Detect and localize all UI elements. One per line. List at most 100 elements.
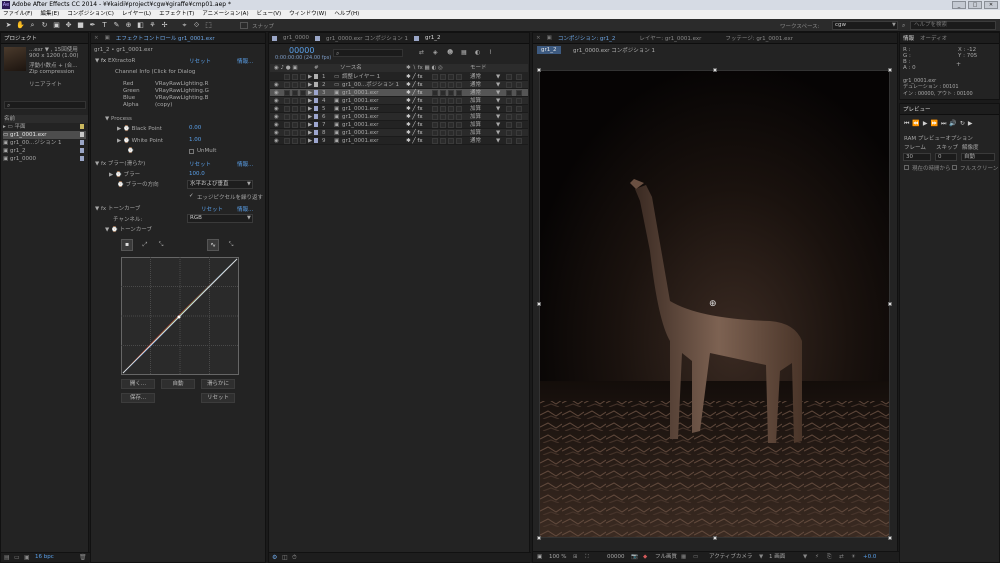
toggle-modes-icon[interactable]: ◫ (282, 554, 288, 561)
transform-handle-l[interactable] (537, 302, 541, 306)
project-item[interactable]: ▣ gr1_0000 (3, 155, 86, 163)
layer-switch-box[interactable] (448, 130, 454, 136)
layer-switch-box[interactable] (440, 122, 446, 128)
roi-icon[interactable]: ▭ (693, 552, 698, 562)
blur-direction-select[interactable]: 水平および垂直 (187, 180, 253, 189)
blend-mode-select[interactable]: 加算 (470, 121, 481, 129)
tab-footage[interactable]: フッテージ: gr1_0001.exr (725, 34, 793, 42)
new-comp-icon[interactable]: ▣ (24, 554, 30, 561)
layer-label-swatch[interactable] (314, 122, 318, 127)
play-icon[interactable]: ▶ (923, 120, 928, 128)
toggle-timing-icon[interactable]: ⏱ (292, 554, 297, 562)
layer-row[interactable]: ◉ ▶ 7 ▣ gr1_0001.exr ✱ ╱ fx 加算 ▼ (270, 121, 528, 129)
tab-info[interactable]: 情報 (903, 34, 914, 42)
layer-label-swatch[interactable] (314, 138, 318, 143)
view-axis-icon[interactable]: ⬚ (204, 21, 213, 30)
layer-switches-icon[interactable]: ✱ ╱ fx (406, 121, 423, 129)
layer-switch-box[interactable] (456, 82, 462, 88)
project-item[interactable]: ▣ gr1_00...ジション 1 (3, 139, 86, 147)
curves-graph[interactable] (121, 257, 239, 375)
layer-switch-box[interactable] (292, 130, 298, 136)
transform-handle-tr[interactable] (888, 68, 892, 72)
anchor-point-icon[interactable]: ⊕ (709, 299, 717, 309)
snap-checkbox[interactable] (240, 22, 248, 29)
layer-switches-icon[interactable]: ✱ ╱ fx (406, 89, 423, 97)
layer-label-swatch[interactable] (314, 90, 318, 95)
transparency-grid-icon[interactable]: ▦ (681, 552, 686, 562)
layer-switch-box[interactable] (456, 138, 462, 144)
trash-icon[interactable]: 🗑 (79, 554, 87, 561)
layer-switch-box[interactable] (292, 74, 298, 80)
unmult-checkbox[interactable] (189, 149, 194, 154)
twirl-arrow-icon[interactable]: ▶ (308, 137, 312, 145)
layer-switch-box[interactable] (440, 114, 446, 120)
transform-handle-tl[interactable] (537, 68, 541, 72)
ram-preview-icon[interactable]: ▶ (968, 120, 973, 128)
exposure-icon[interactable]: ☀ (851, 552, 856, 562)
audio-icon[interactable]: 🔊 (949, 120, 956, 128)
new-folder-icon[interactable]: ▭ (14, 554, 20, 561)
layer-switch-box[interactable] (292, 90, 298, 96)
project-item[interactable]: ▸ ▭ 平面 (3, 123, 86, 131)
type-tool-icon[interactable]: T (100, 21, 109, 30)
stopwatch-icon[interactable]: ⌚ (127, 148, 134, 154)
layer-switches-icon[interactable]: ✱ ╱ fx (406, 73, 423, 81)
column-source-name[interactable]: ソース名 (340, 64, 362, 72)
close-icon[interactable]: × (536, 35, 541, 41)
exposure-value[interactable]: +0.0 (863, 552, 876, 562)
layer-switch-box[interactable] (300, 74, 306, 80)
shape-tool-icon[interactable]: ■ (76, 21, 85, 30)
curves-size-medium-icon[interactable]: ⤢ (139, 239, 151, 251)
layer-row[interactable]: ▶ 1 ▭ 調整レイヤー 1 ✱ ╱ fx 通常 ▼ (270, 73, 528, 81)
clone-stamp-tool-icon[interactable]: ⊕ (124, 21, 133, 30)
blend-mode-select[interactable]: 通常 (470, 73, 481, 81)
blend-mode-select[interactable]: 加算 (470, 105, 481, 113)
frame-rate-select[interactable]: 30 (903, 153, 931, 161)
rotate-tool-icon[interactable]: ↻ (40, 21, 49, 30)
layer-switch-box[interactable] (284, 138, 290, 144)
layer-switch-box[interactable] (300, 106, 306, 112)
layer-switch-box[interactable] (292, 138, 298, 144)
camera-select[interactable]: アクティブカメラ (709, 552, 752, 562)
track-matte-box[interactable] (506, 114, 512, 120)
zoom-tool-icon[interactable]: ⌕ (28, 21, 37, 30)
layer-switch-box[interactable] (432, 90, 438, 96)
skip-select[interactable]: 0 (935, 153, 957, 161)
extractor-about-link[interactable]: 情報... (237, 57, 253, 65)
visibility-eye-icon[interactable]: ◉ (274, 105, 279, 113)
menu-effect[interactable]: エフェクト(T) (159, 10, 194, 19)
menu-help[interactable]: ヘルプ(H) (334, 10, 359, 19)
menu-file[interactable]: ファイル(F) (3, 10, 32, 19)
layer-label-swatch[interactable] (314, 114, 318, 119)
label-color-swatch[interactable] (80, 132, 84, 137)
label-color-swatch[interactable] (80, 148, 84, 153)
help-search-input[interactable]: ヘルプを検索 (910, 21, 996, 30)
workspace-select[interactable]: cgw (832, 21, 898, 30)
white-point-value[interactable]: 1.00 (189, 137, 201, 143)
magnifier-icon[interactable]: ▣ (537, 552, 542, 562)
parent-box[interactable] (516, 130, 522, 136)
track-matte-box[interactable] (506, 106, 512, 112)
layer-row[interactable]: ◉ ▶ 5 ▣ gr1_0001.exr ✱ ╱ fx 加算 ▼ (270, 105, 528, 113)
maximize-button[interactable]: □ (968, 1, 982, 9)
toggle-switches-icon[interactable]: ⚙ (272, 554, 277, 561)
layer-switch-box[interactable] (284, 98, 290, 104)
track-matte-box[interactable] (506, 82, 512, 88)
parent-box[interactable] (516, 122, 522, 128)
layer-label-swatch[interactable] (314, 130, 318, 135)
layer-switch-box[interactable] (432, 106, 438, 112)
parent-box[interactable] (516, 106, 522, 112)
menu-window[interactable]: ウィンドウ(W) (289, 10, 326, 19)
transform-handle-t[interactable] (713, 68, 717, 72)
twirl-arrow-icon[interactable]: ▶ (308, 73, 312, 81)
last-frame-icon[interactable]: ⏭ (941, 120, 946, 128)
prev-frame-icon[interactable]: ⏪ (912, 120, 919, 128)
layer-switch-box[interactable] (300, 130, 306, 136)
label-color-swatch[interactable] (80, 140, 84, 145)
layer-switch-box[interactable] (292, 122, 298, 128)
close-icon[interactable]: × (94, 35, 99, 41)
breadcrumb-comp[interactable]: gr1_2 (537, 46, 561, 54)
layer-switch-box[interactable] (432, 130, 438, 136)
timeline-link-icon[interactable]: ⎘ (827, 552, 831, 562)
pen-tool-icon[interactable]: ✒ (88, 21, 97, 30)
